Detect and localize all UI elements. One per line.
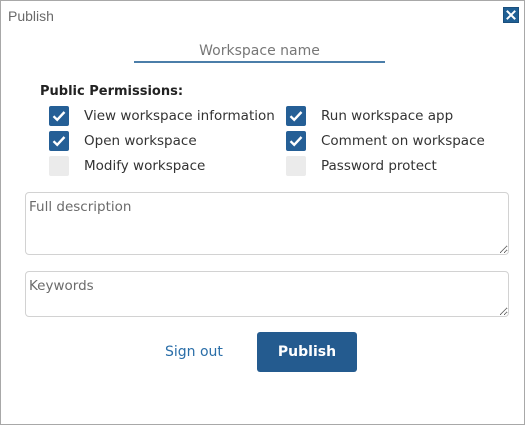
checkbox-checked[interactable] bbox=[49, 131, 69, 151]
perm-modify-workspace[interactable]: Modify workspace bbox=[49, 156, 205, 176]
description-textarea[interactable] bbox=[25, 192, 509, 255]
check-icon bbox=[52, 136, 66, 147]
checkbox-checked[interactable] bbox=[286, 106, 306, 126]
check-icon bbox=[52, 111, 66, 122]
sign-out-link[interactable]: Sign out bbox=[165, 344, 223, 360]
dialog-title: Publish bbox=[8, 8, 54, 24]
perm-label: Password protect bbox=[321, 158, 437, 174]
perm-label: Modify workspace bbox=[84, 158, 206, 174]
checkbox-unchecked[interactable] bbox=[286, 156, 306, 176]
perm-label: Comment on workspace bbox=[321, 133, 485, 149]
perm-label: Open workspace bbox=[84, 133, 197, 149]
perm-comment-on-workspace[interactable]: Comment on workspace bbox=[286, 131, 485, 151]
permissions-heading: Public Permissions: bbox=[40, 84, 184, 99]
check-icon bbox=[289, 111, 303, 122]
close-icon bbox=[506, 10, 516, 20]
check-icon bbox=[289, 136, 303, 147]
perm-label: View workspace information bbox=[84, 108, 275, 124]
checkbox-unchecked[interactable] bbox=[49, 156, 69, 176]
perm-view-workspace-information[interactable]: View workspace information bbox=[49, 106, 275, 126]
close-button[interactable] bbox=[503, 7, 519, 23]
publish-dialog: Publish Public Permissions: View workspa… bbox=[0, 0, 525, 425]
workspace-name-input[interactable] bbox=[134, 40, 385, 63]
perm-open-workspace[interactable]: Open workspace bbox=[49, 131, 197, 151]
checkbox-checked[interactable] bbox=[49, 106, 69, 126]
perm-label: Run workspace app bbox=[321, 108, 454, 124]
checkbox-checked[interactable] bbox=[286, 131, 306, 151]
publish-button[interactable]: Publish bbox=[257, 332, 357, 372]
perm-password-protect[interactable]: Password protect bbox=[286, 156, 437, 176]
perm-run-workspace-app[interactable]: Run workspace app bbox=[286, 106, 453, 126]
keywords-textarea[interactable] bbox=[25, 271, 509, 317]
